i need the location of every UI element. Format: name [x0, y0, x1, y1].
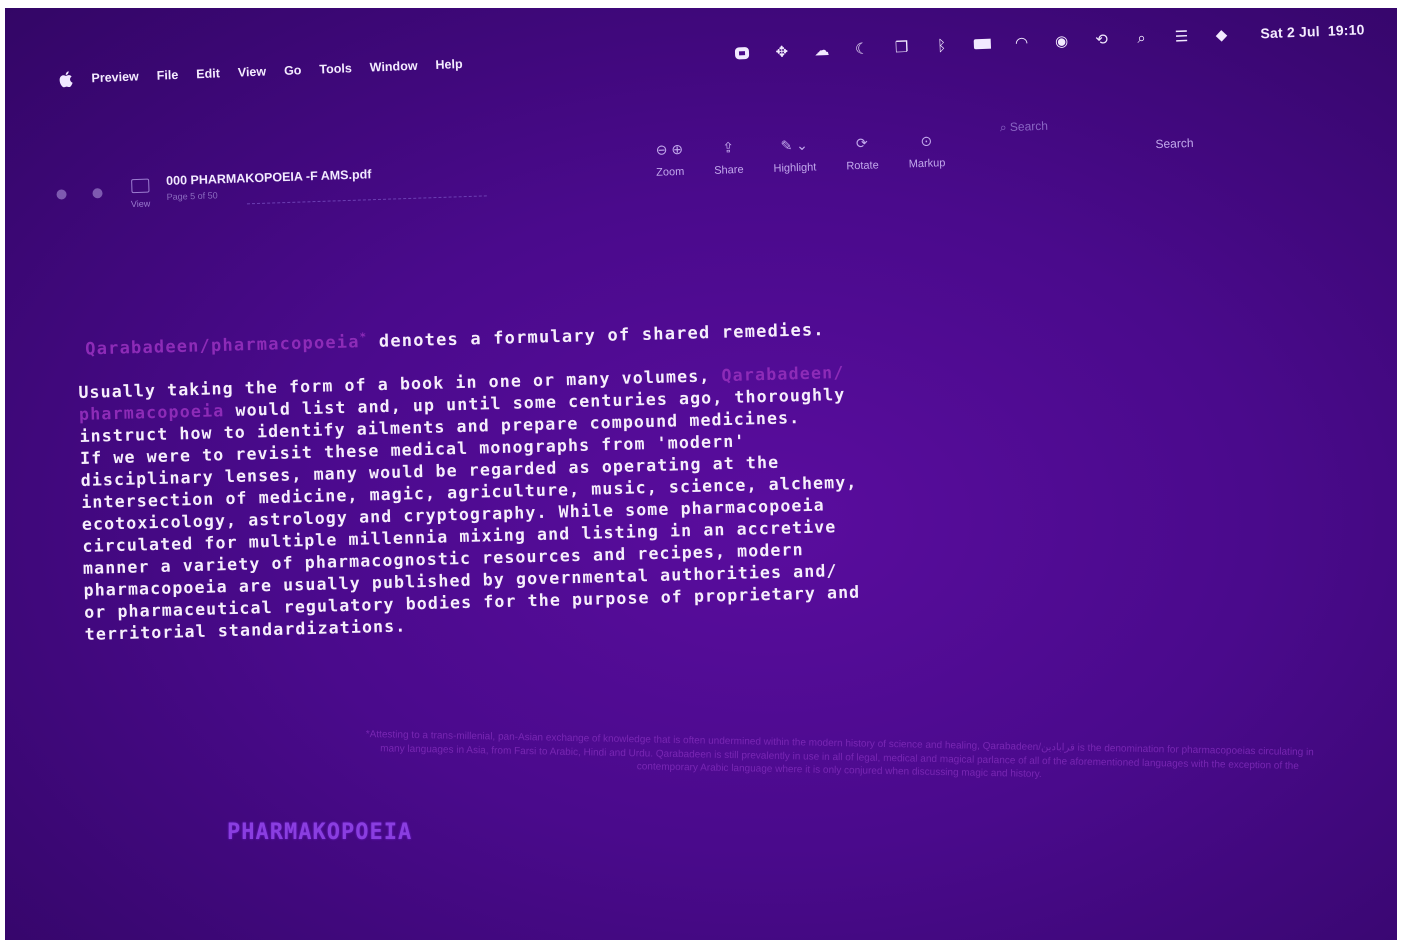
desktop-screen: Preview File Edit View Go Tools Window H… [5, 8, 1397, 940]
siri-icon[interactable]: ◆ [1212, 25, 1231, 44]
document-page: Qarabadeen/pharmacopoeia* denotes a form… [77, 314, 985, 645]
highlight-icon: ✎ ⌄ [780, 136, 809, 154]
view-button[interactable]: View [130, 178, 151, 210]
body-term-pharmacopoeia: pharmacopoeia [78, 400, 225, 424]
heading-separator: / [199, 336, 212, 357]
document-title: 000 PHARMAKOPOEIA -F AMS.pdf [165, 167, 372, 188]
time-machine-icon[interactable]: ⟲ [1092, 30, 1111, 49]
menu-file[interactable]: File [156, 68, 178, 83]
zoom-button[interactable]: ⊖ ⊕ Zoom [655, 140, 685, 179]
heading-term-qarabadeen: Qarabadeen [85, 336, 200, 360]
battery-icon[interactable] [972, 35, 991, 54]
preview-toolbar: View 000 PHARMAKOPOEIA -F AMS.pdf Page 5… [45, 108, 1247, 218]
minimize-window-button[interactable] [92, 188, 103, 199]
menu-bar: Preview File Edit View Go Tools Window H… [45, 15, 1385, 94]
rotate-icon: ⟳ [855, 134, 868, 152]
clock[interactable]: Sat 2 Jul 19:10 [1252, 21, 1365, 41]
menu-help[interactable]: Help [435, 57, 463, 72]
dropbox-icon[interactable]: ✥ [772, 42, 791, 61]
markup-button[interactable]: ⊙ Markup [908, 132, 946, 171]
rotate-label: Rotate [846, 159, 879, 173]
footnote-text: *Attesting to a trans-millenial, pan-Asi… [365, 729, 1314, 780]
moon-icon[interactable]: ☾ [852, 39, 871, 58]
bluetooth-icon[interactable]: ᛒ [932, 36, 951, 55]
menu-go[interactable]: Go [284, 63, 302, 78]
date-text: Sat 2 Jul [1260, 23, 1321, 42]
time-text: 19:10 [1327, 21, 1365, 39]
close-window-button[interactable] [56, 189, 67, 200]
share-button[interactable]: ⇪ Share [713, 139, 744, 177]
document-heading: Qarabadeen/pharmacopoeia* denotes a form… [85, 314, 977, 359]
markup-label: Markup [908, 157, 946, 171]
pharmakopoeia-logo: PHARMAKOPOEIA [227, 820, 413, 845]
highlight-label: Highlight [773, 161, 817, 175]
wifi-icon[interactable]: ◠ [1012, 33, 1031, 52]
body-paragraph: instruct how to identify ailments and pr… [79, 407, 861, 644]
highlight-button[interactable]: ✎ ⌄ Highlight [773, 136, 817, 175]
control-center-icon[interactable]: ☰ [1172, 27, 1191, 46]
window-controls [56, 188, 103, 200]
share-icon: ⇪ [722, 139, 735, 156]
menu-edit[interactable]: Edit [196, 66, 220, 81]
heading-term-pharmacopoeia: pharmacopoeia [210, 332, 360, 357]
window-icon[interactable]: ❐ [892, 38, 911, 57]
body-term-qarabadeen: Qarabadeen/ [721, 362, 845, 385]
progress-line [246, 195, 487, 206]
app-icon[interactable] [732, 44, 751, 63]
toolbar-buttons: ⊖ ⊕ Zoom ⇪ Share ✎ ⌄ Highlight ⟳ Rotate … [655, 132, 946, 179]
apple-icon[interactable] [59, 71, 74, 88]
page-info: Page 5 of 50 [166, 190, 218, 202]
markup-icon: ⊙ [920, 132, 933, 149]
rotate-button[interactable]: ⟳ Rotate [845, 134, 879, 173]
search-label: Search [1155, 135, 1194, 152]
menu-view[interactable]: View [238, 65, 267, 80]
user-icon[interactable]: ◉ [1052, 32, 1071, 51]
zoom-label: Zoom [655, 165, 685, 179]
menu-preview[interactable]: Preview [91, 69, 139, 85]
view-label: View [130, 198, 151, 210]
heading-text: denotes a formulary of shared remedies. [367, 320, 825, 353]
share-label: Share [714, 163, 744, 177]
menu-tools[interactable]: Tools [319, 61, 352, 76]
sidebar-icon [130, 178, 150, 194]
document-body: Usually taking the form of a book in one… [78, 358, 985, 645]
menu-window[interactable]: Window [369, 59, 417, 75]
search-placeholder: Search [1009, 118, 1049, 134]
search-icon[interactable]: ⌕ [1132, 29, 1151, 48]
zoom-icon: ⊖ ⊕ [655, 140, 684, 158]
creative-cloud-icon[interactable]: ☁ [812, 41, 831, 60]
search-field[interactable]: ⌕ Search [1000, 119, 1049, 136]
status-area: ✥ ☁ ☾ ❐ ᛒ ◠ ◉ ⟲ ⌕ ☰ ◆ Sat 2 Jul 19:10 [732, 15, 1365, 67]
